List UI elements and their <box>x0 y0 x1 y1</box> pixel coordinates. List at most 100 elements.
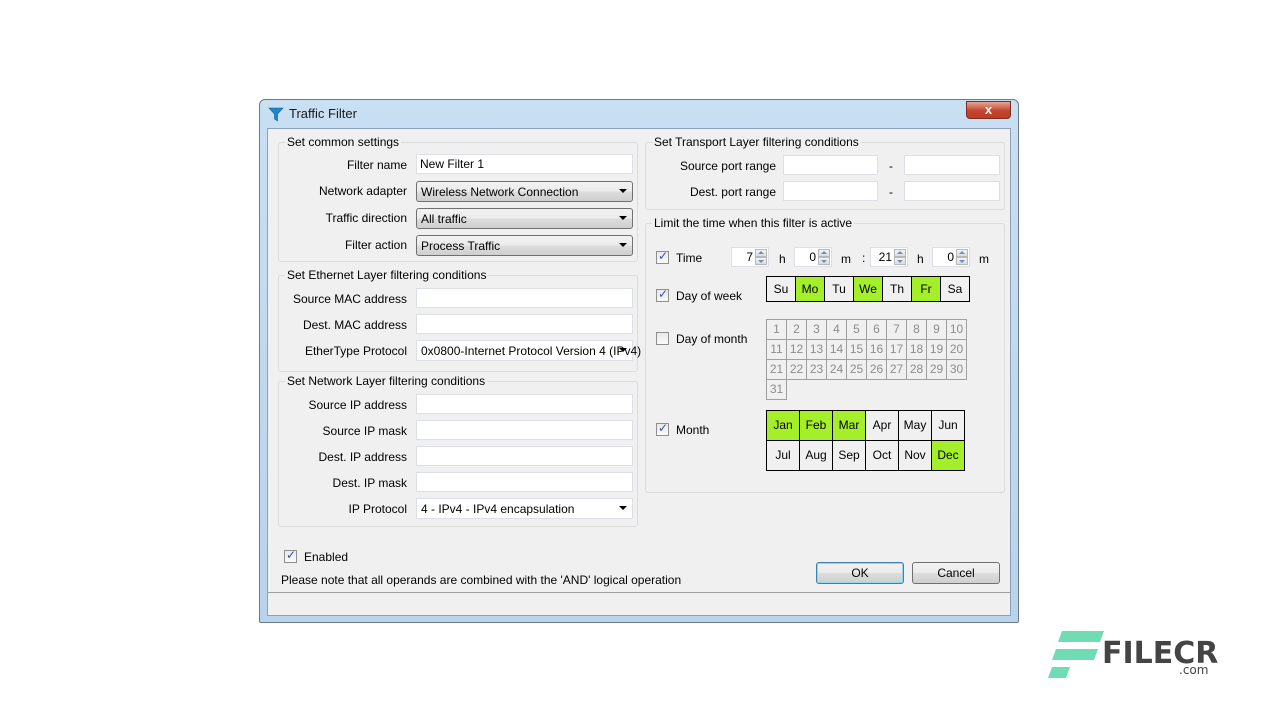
spin-down-icon[interactable] <box>818 257 830 265</box>
filter-name-input[interactable]: New Filter 1 <box>416 154 633 174</box>
ethernet-group: Set Ethernet Layer filtering conditions … <box>278 268 641 372</box>
spin-up-icon[interactable] <box>755 249 767 257</box>
month-day-cell[interactable]: 22 <box>787 360 807 380</box>
month-day-cell[interactable]: 31 <box>767 380 787 400</box>
month-day-cell[interactable]: 27 <box>887 360 907 380</box>
month-cell[interactable]: Jan <box>767 411 800 441</box>
month-cell[interactable]: Aug <box>800 441 833 471</box>
close-button[interactable]: x <box>966 101 1011 119</box>
title-bar[interactable]: Traffic Filter x <box>260 100 1018 128</box>
month-cell[interactable]: Jul <box>767 441 800 471</box>
month-day-cell[interactable]: 28 <box>907 360 927 380</box>
weekday-cell[interactable]: We <box>854 277 883 301</box>
filter-funnel-icon <box>268 107 284 122</box>
month-cell[interactable]: Feb <box>800 411 833 441</box>
month-day-cell[interactable]: 14 <box>827 340 847 360</box>
weekday-cell[interactable]: Mo <box>796 277 825 301</box>
spin-down-icon[interactable] <box>894 257 906 265</box>
month-day-cell[interactable]: 20 <box>947 340 967 360</box>
filter-action-select[interactable]: Process Traffic <box>416 235 633 256</box>
dest-port-from-input[interactable] <box>783 181 878 201</box>
month-day-cell[interactable]: 10 <box>947 320 967 340</box>
dest-port-to-input[interactable] <box>904 181 1000 201</box>
source-port-separator: - <box>889 159 893 173</box>
month-cell[interactable]: Mar <box>833 411 866 441</box>
status-bar <box>268 592 1010 615</box>
source-ip-input[interactable] <box>416 394 633 414</box>
ethertype-label: EtherType Protocol <box>304 344 407 358</box>
ok-button[interactable]: OK <box>816 562 904 584</box>
month-day-cell[interactable]: 30 <box>947 360 967 380</box>
dest-ip-input[interactable] <box>416 446 633 466</box>
logo-bar-bottom <box>1047 667 1071 678</box>
month-day-cell[interactable]: 15 <box>847 340 867 360</box>
source-port-to-input[interactable] <box>904 155 1000 175</box>
traffic-direction-select[interactable]: All traffic <box>416 208 633 229</box>
month-day-cell[interactable]: 21 <box>767 360 787 380</box>
spin-up-icon[interactable] <box>818 249 830 257</box>
spin-up-icon[interactable] <box>894 249 906 257</box>
month-day-cell[interactable]: 17 <box>887 340 907 360</box>
month-cell[interactable]: Dec <box>932 441 965 471</box>
month-day-cell[interactable]: 2 <box>787 320 807 340</box>
weekday-cell[interactable]: Th <box>883 277 912 301</box>
month-day-cell[interactable]: 4 <box>827 320 847 340</box>
start-minute-spinner[interactable]: 0 <box>794 247 832 267</box>
month-day-cell[interactable]: 25 <box>847 360 867 380</box>
weekday-cell[interactable]: Sa <box>941 277 969 301</box>
month-day-cell[interactable]: 29 <box>927 360 947 380</box>
source-ip-mask-input[interactable] <box>416 420 633 440</box>
month-cell[interactable]: Oct <box>866 441 899 471</box>
cancel-button[interactable]: Cancel <box>912 562 1000 584</box>
time-checkbox[interactable]: ✓ <box>656 249 669 264</box>
month-cell[interactable]: Jun <box>932 411 965 441</box>
month-cell[interactable]: Apr <box>866 411 899 441</box>
month-cell[interactable]: May <box>899 411 932 441</box>
transport-group-label: Set Transport Layer filtering conditions <box>652 135 861 149</box>
month-day-cell[interactable]: 7 <box>887 320 907 340</box>
month-day-cell[interactable]: 24 <box>827 360 847 380</box>
month-cell[interactable]: Sep <box>833 441 866 471</box>
spin-down-icon[interactable] <box>755 257 767 265</box>
month-day-cell[interactable]: 16 <box>867 340 887 360</box>
network-adapter-select[interactable]: Wireless Network Connection <box>416 181 633 202</box>
dest-ip-mask-input[interactable] <box>416 472 633 492</box>
start-hour-unit: h <box>779 252 786 266</box>
month-day-cell[interactable]: 23 <box>807 360 827 380</box>
month-checkbox[interactable]: ✓ <box>656 421 669 436</box>
month-day-cell[interactable]: 3 <box>807 320 827 340</box>
end-hour-spinner[interactable]: 21 <box>870 247 908 267</box>
month-day-cell[interactable]: 26 <box>867 360 887 380</box>
month-day-cell[interactable]: 1 <box>767 320 787 340</box>
dest-mac-input[interactable] <box>416 314 633 334</box>
month-day-cell[interactable]: 5 <box>847 320 867 340</box>
dest-port-label: Dest. port range <box>689 185 776 199</box>
source-mac-input[interactable] <box>416 288 633 308</box>
enabled-checkbox[interactable]: ✓ <box>284 548 297 563</box>
month-cell[interactable]: Nov <box>899 441 932 471</box>
source-port-from-input[interactable] <box>783 155 878 175</box>
spin-down-icon[interactable] <box>956 257 968 265</box>
weekday-cell[interactable]: Fr <box>912 277 941 301</box>
month-day-cell[interactable]: 8 <box>907 320 927 340</box>
spin-up-icon[interactable] <box>956 249 968 257</box>
weekday-cell[interactable]: Su <box>767 277 796 301</box>
month-day-cell[interactable]: 19 <box>927 340 947 360</box>
month-day-cell[interactable]: 13 <box>807 340 827 360</box>
month-day-cell[interactable]: 11 <box>767 340 787 360</box>
logo-bar-top <box>1057 631 1105 642</box>
end-minute-spinner[interactable]: 0 <box>932 247 970 267</box>
month-day-cell[interactable]: 18 <box>907 340 927 360</box>
weekday-cell[interactable]: Tu <box>825 277 854 301</box>
ethertype-select[interactable]: 0x0800-Internet Protocol Version 4 (IPv4… <box>416 340 641 361</box>
day-of-week-checkbox[interactable]: ✓ <box>656 287 669 302</box>
month-day-cell[interactable]: 6 <box>867 320 887 340</box>
month-label: Month <box>676 423 710 437</box>
start-hour-spinner[interactable]: 7 <box>731 247 769 267</box>
ip-protocol-select[interactable]: 4 - IPv4 - IPv4 encapsulation <box>416 498 633 519</box>
month-day-cell[interactable]: 12 <box>787 340 807 360</box>
chevron-down-icon <box>619 243 627 247</box>
day-of-month-checkbox[interactable] <box>656 332 669 345</box>
month-day-cell[interactable]: 9 <box>927 320 947 340</box>
filter-name-label: Filter name <box>346 158 407 172</box>
